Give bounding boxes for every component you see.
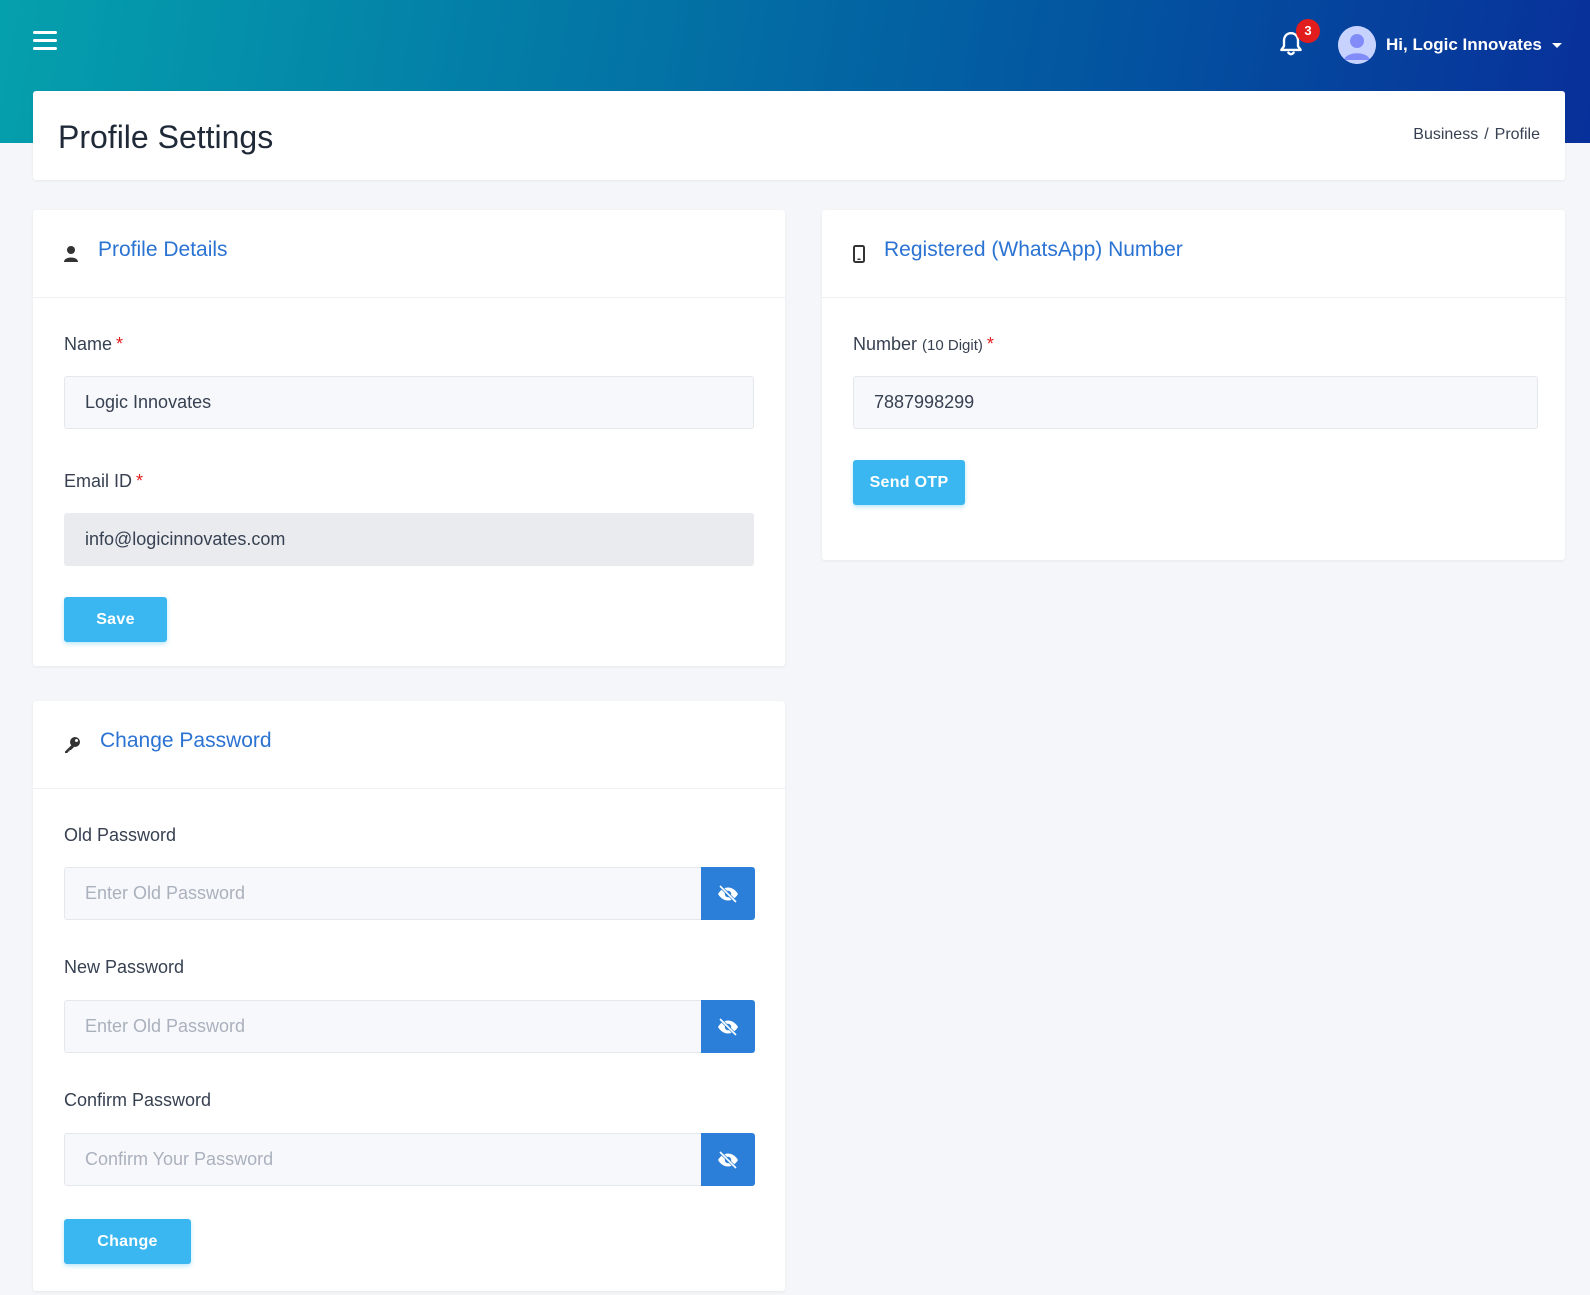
breadcrumb-item-business[interactable]: Business	[1413, 126, 1478, 143]
new-password-label: New Password	[64, 957, 185, 977]
confirm-password-label: Confirm Password	[64, 1090, 212, 1110]
required-mark: *	[986, 334, 994, 354]
email-label: Email ID *	[64, 471, 143, 492]
change-password-title: Change Password	[100, 729, 272, 752]
confirm-password-input[interactable]	[64, 1133, 702, 1186]
toggle-confirm-password-button[interactable]	[701, 1133, 755, 1186]
profile-details-title: Profile Details	[98, 238, 228, 261]
mobile-icon	[853, 245, 865, 263]
old-password-label: Old Password	[64, 825, 177, 845]
eye-slash-icon	[718, 1150, 738, 1169]
user-icon	[64, 246, 78, 262]
eye-slash-icon	[718, 1017, 738, 1036]
save-button[interactable]: Save	[64, 597, 167, 642]
toggle-new-password-button[interactable]	[701, 1000, 755, 1053]
chevron-down-icon	[1551, 42, 1562, 48]
change-password-button[interactable]: Change	[64, 1219, 191, 1264]
change-password-header: Change Password	[33, 701, 785, 789]
whatsapp-number-title: Registered (WhatsApp) Number	[884, 238, 1183, 261]
page-header: Profile Settings Business / Profile	[33, 91, 1565, 180]
number-label: Number (10 Digit) *	[853, 334, 994, 355]
email-input	[64, 513, 754, 566]
notification-badge: 3	[1296, 19, 1320, 43]
number-hint: (10 Digit)	[922, 337, 983, 354]
change-password-card: Change Password Old Password New Passwor…	[33, 701, 785, 1291]
breadcrumb: Business / Profile	[1413, 126, 1540, 143]
user-menu[interactable]: Hi, Logic Innovates	[1338, 26, 1562, 64]
toggle-old-password-button[interactable]	[701, 867, 755, 920]
old-password-input[interactable]	[64, 867, 702, 920]
required-mark: *	[136, 471, 144, 491]
key-icon	[65, 737, 80, 753]
name-input[interactable]	[64, 376, 754, 429]
profile-details-header: Profile Details	[33, 210, 785, 298]
eye-slash-icon	[718, 884, 738, 903]
number-input[interactable]	[853, 376, 1538, 429]
email-label-text: Email ID	[64, 471, 133, 491]
whatsapp-number-header: Registered (WhatsApp) Number	[822, 210, 1565, 298]
page-title: Profile Settings	[58, 119, 274, 155]
breadcrumb-item-profile: Profile	[1494, 126, 1540, 143]
name-label: Name *	[64, 334, 123, 355]
number-label-text: Number	[853, 334, 918, 354]
name-label-text: Name	[64, 334, 113, 354]
hamburger-icon[interactable]	[33, 31, 57, 53]
whatsapp-number-card: Registered (WhatsApp) Number Number (10 …	[822, 210, 1565, 560]
profile-details-card: Profile Details Name* Email ID* Save	[33, 210, 785, 666]
new-password-input[interactable]	[64, 1000, 702, 1053]
send-otp-button[interactable]: Send OTP	[853, 460, 965, 505]
avatar	[1338, 26, 1376, 64]
required-mark: *	[116, 334, 124, 354]
user-greeting: Hi, Logic Innovates	[1386, 35, 1542, 54]
